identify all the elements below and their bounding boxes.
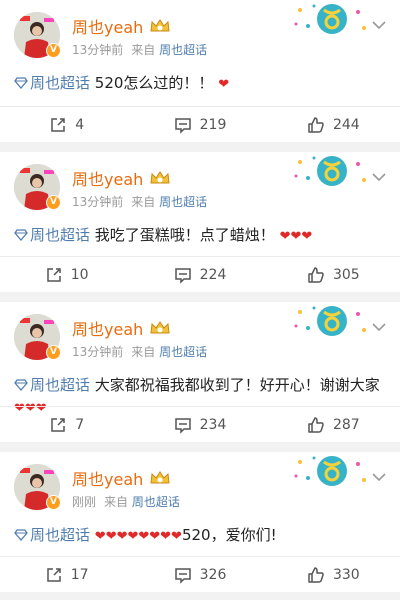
post-body: 我吃了蛋糕哦！点了蜡烛！ — [94, 226, 275, 244]
topic-link[interactable]: 周也超话 — [14, 526, 95, 544]
repost-count: 7 — [75, 416, 85, 433]
post-body: 520怎么过的！！ — [94, 74, 214, 92]
taurus-sign-icon — [294, 306, 366, 336]
post-card[interactable]: V 周也yeah 刚刚 来自 周也超话 周也超话 ❤❤❤❤❤❤❤❤520，爱你们… — [0, 452, 400, 592]
source-prefix: 来自 — [131, 43, 156, 57]
source-prefix: 来自 — [131, 345, 156, 359]
comment-button[interactable]: 326 — [133, 557, 266, 592]
post-time: 13分钟前 — [72, 195, 124, 209]
comment-button[interactable]: 234 — [133, 407, 266, 442]
share-icon — [51, 117, 65, 132]
source-prefix: 来自 — [104, 495, 129, 509]
source-link[interactable]: 周也超话 — [132, 495, 180, 509]
comment-count: 219 — [199, 116, 227, 133]
like-button[interactable]: 287 — [267, 407, 400, 442]
post-time: 13分钟前 — [72, 345, 124, 359]
post-card[interactable]: V 周也yeah 13分钟前 来自 周也超话 — [0, 0, 400, 142]
topic-label: 周也超话 — [30, 526, 91, 544]
weibo-feed: V 周也yeah 13分钟前 来自 周也超话 周也超话 520怎么过的！！ ❤ … — [0, 0, 400, 600]
comment-icon — [174, 417, 191, 434]
topic-link[interactable]: 周也超话 — [14, 226, 95, 244]
verified-badge: V — [46, 495, 61, 510]
taurus-sign-icon — [294, 4, 366, 34]
comment-icon — [174, 567, 191, 584]
post-actions: 10 224 305 — [0, 256, 400, 292]
post-actions: 7 234 287 — [0, 406, 400, 442]
user-name[interactable]: 周也yeah — [72, 14, 143, 38]
repost-button[interactable]: 10 — [0, 257, 133, 292]
diamond-icon — [14, 529, 28, 541]
thumbs-up-icon — [308, 266, 324, 283]
post-text: 周也超话 我吃了蛋糕哦！点了蜡烛！ ❤❤❤ — [14, 224, 386, 248]
source-prefix: 来自 — [131, 195, 156, 209]
topic-label: 周也超话 — [30, 376, 91, 394]
post-body: 520，爱你们! — [181, 526, 277, 544]
chevron-down-icon[interactable] — [372, 20, 386, 30]
comment-icon — [174, 117, 191, 134]
crown-icon — [150, 171, 170, 184]
comment-button[interactable]: 219 — [133, 107, 266, 142]
chevron-down-icon[interactable] — [372, 322, 386, 332]
source-link[interactable]: 周也超话 — [159, 195, 207, 209]
like-button[interactable]: 305 — [267, 257, 400, 292]
repost-count: 17 — [70, 566, 89, 583]
like-count: 244 — [332, 116, 360, 133]
verified-badge: V — [46, 43, 61, 58]
crown-icon — [150, 19, 170, 32]
diamond-icon — [14, 229, 28, 241]
topic-label: 周也超话 — [30, 74, 91, 92]
post-actions: 17 326 330 — [0, 556, 400, 592]
repost-count: 10 — [70, 266, 89, 283]
comment-count: 234 — [199, 416, 227, 433]
thumbs-up-icon — [308, 116, 324, 133]
repost-count: 4 — [75, 116, 85, 133]
source-link[interactable]: 周也超话 — [159, 43, 207, 57]
verified-badge: V — [46, 345, 61, 360]
crown-icon — [150, 321, 170, 334]
topic-label: 周也超话 — [30, 226, 91, 244]
post-text: 周也超话 520怎么过的！！ ❤ — [14, 72, 386, 96]
share-icon — [51, 417, 65, 432]
heart-emoji: ❤❤❤❤❤❤❤❤ — [94, 529, 182, 544]
user-name[interactable]: 周也yeah — [72, 316, 143, 340]
like-button[interactable]: 244 — [267, 107, 400, 142]
comment-count: 326 — [199, 566, 227, 583]
source-link[interactable]: 周也超话 — [159, 345, 207, 359]
post-time: 13分钟前 — [72, 43, 124, 57]
like-button[interactable]: 330 — [267, 557, 400, 592]
comment-button[interactable]: 224 — [133, 257, 266, 292]
repost-button[interactable]: 17 — [0, 557, 133, 592]
repost-button[interactable]: 4 — [0, 107, 133, 142]
post-card[interactable]: V 周也yeah 13分钟前 来自 周也超话 — [0, 152, 400, 292]
topic-link[interactable]: 周也超话 — [14, 74, 95, 92]
diamond-icon — [14, 379, 28, 391]
user-name[interactable]: 周也yeah — [72, 466, 143, 490]
repost-button[interactable]: 7 — [0, 407, 133, 442]
share-icon — [47, 267, 61, 282]
chevron-down-icon[interactable] — [372, 472, 386, 482]
user-name[interactable]: 周也yeah — [72, 166, 143, 190]
like-count: 305 — [332, 266, 360, 283]
chevron-down-icon[interactable] — [372, 172, 386, 182]
like-count: 287 — [332, 416, 360, 433]
thumbs-up-icon — [308, 566, 324, 583]
taurus-sign-icon — [294, 456, 366, 486]
crown-icon — [150, 471, 170, 484]
comment-icon — [174, 267, 191, 284]
post-card[interactable]: V 周也yeah 13分钟前 来自 周也超话 — [0, 302, 400, 442]
post-time: 刚刚 — [72, 495, 97, 509]
like-count: 330 — [332, 566, 360, 583]
heart-emoji: ❤ — [218, 77, 230, 92]
diamond-icon — [14, 77, 28, 89]
heart-emoji: ❤❤❤ — [279, 229, 313, 244]
verified-badge: V — [46, 195, 61, 210]
share-icon — [47, 567, 61, 582]
post-text: 周也超话 ❤❤❤❤❤❤❤❤520，爱你们! — [14, 524, 386, 548]
taurus-sign-icon — [294, 156, 366, 186]
topic-link[interactable]: 周也超话 — [14, 376, 95, 394]
thumbs-up-icon — [308, 416, 324, 433]
comment-count: 224 — [199, 266, 227, 283]
post-actions: 4 219 244 — [0, 106, 400, 142]
post-body: 大家都祝福我都收到了！好开心！谢谢大家 — [94, 376, 380, 394]
